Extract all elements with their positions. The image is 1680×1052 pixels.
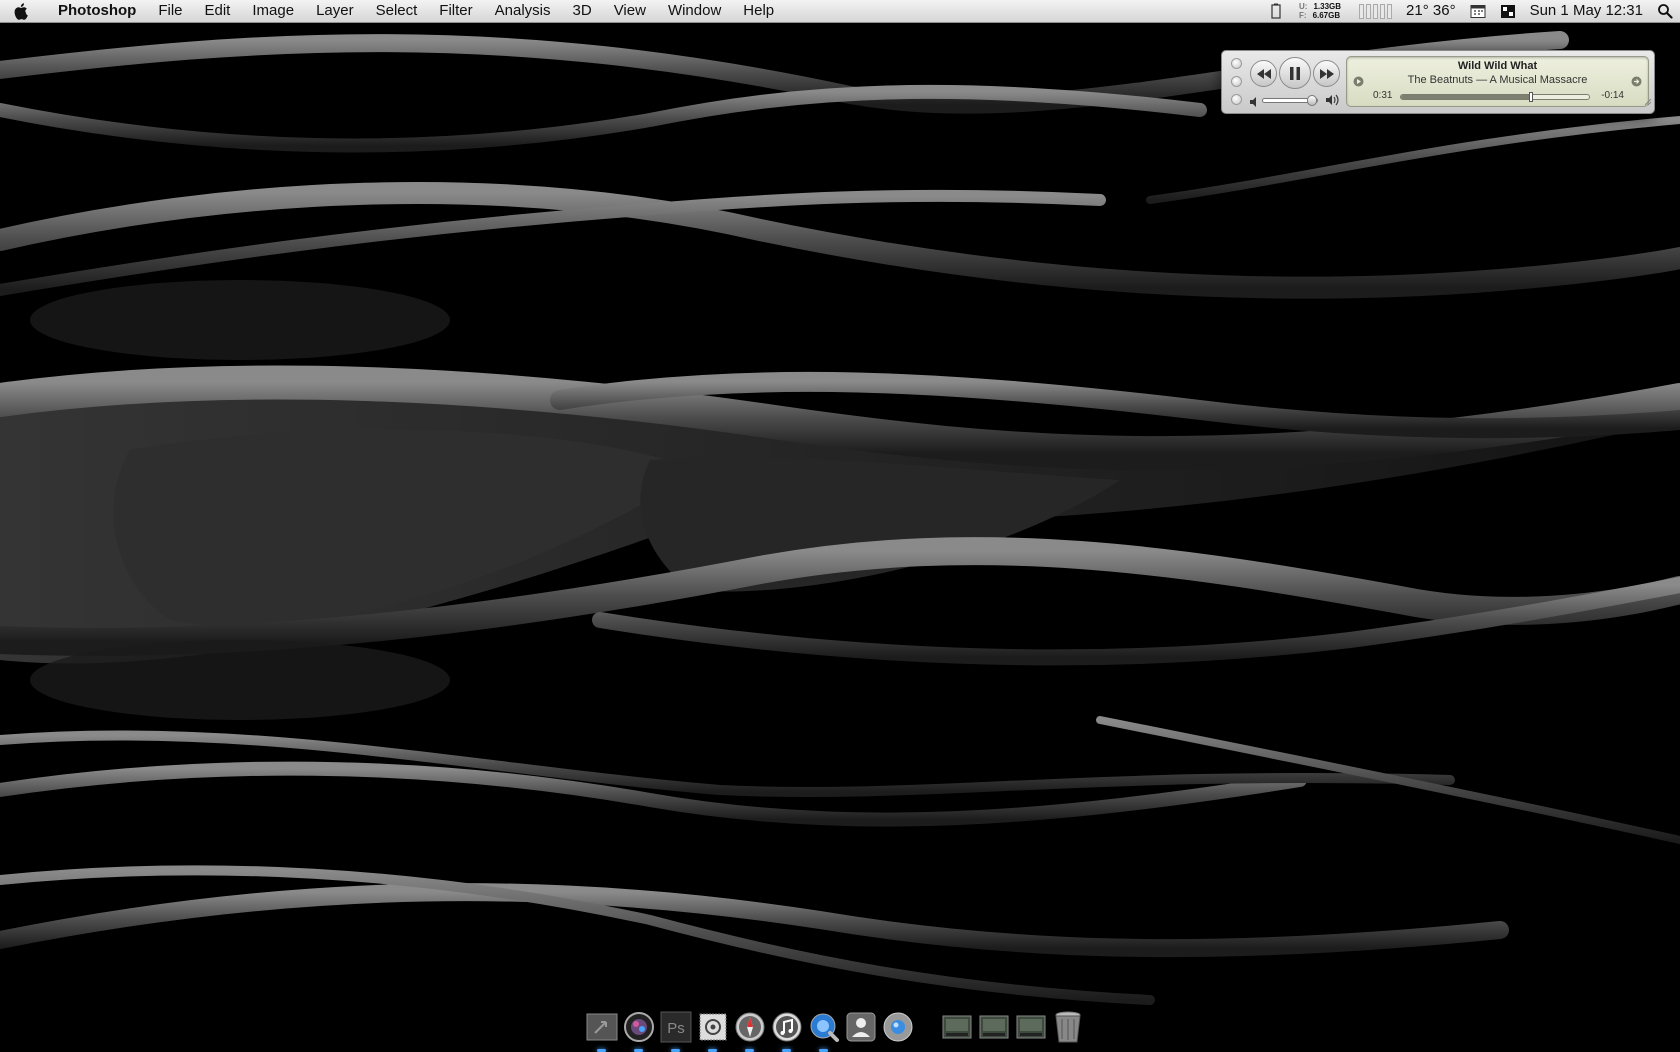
trash-icon bbox=[1054, 1011, 1081, 1042]
memory-readout: U: 1.33GB F: 6.67GB bbox=[1295, 2, 1345, 20]
window-minimize-button[interactable] bbox=[1231, 76, 1242, 87]
applications-stack-icon bbox=[586, 1013, 617, 1040]
dock-aperture[interactable] bbox=[622, 1008, 655, 1052]
dock-drive-1[interactable] bbox=[940, 1008, 973, 1045]
menu-bar: Photoshop File Edit Image Layer Select F… bbox=[0, 0, 1680, 23]
drive-icon bbox=[979, 1015, 1008, 1038]
dock-drive-3[interactable] bbox=[1014, 1008, 1047, 1045]
cpu-bars-icon bbox=[1359, 3, 1393, 19]
memory-used-label: U: bbox=[1299, 2, 1308, 11]
remaining-time: -0:14 bbox=[1601, 90, 1624, 101]
track-progress-fill bbox=[1401, 95, 1531, 99]
quicktime-icon bbox=[810, 1013, 839, 1042]
menu-image[interactable]: Image bbox=[241, 0, 305, 22]
previous-track-button[interactable] bbox=[1250, 60, 1277, 87]
menu-app-photoshop[interactable]: Photoshop bbox=[54, 0, 147, 22]
spotlight-search-icon[interactable] bbox=[1650, 3, 1680, 19]
temperature-monitor[interactable]: 21° 36° bbox=[1399, 0, 1463, 22]
track-title: Wild Wild What bbox=[1457, 60, 1538, 72]
battery-icon[interactable] bbox=[1264, 3, 1288, 19]
itunes-note-icon bbox=[772, 1012, 801, 1041]
now-playing-display[interactable]: Wild Wild What The Beatnuts — A Musical … bbox=[1346, 56, 1649, 107]
menu-extras: U: 1.33GB F: 6.67GB 21° 36° Sun 1 May 12… bbox=[1264, 0, 1680, 22]
menu-edit[interactable]: Edit bbox=[194, 0, 242, 22]
dock-itunes[interactable] bbox=[770, 1008, 803, 1052]
play-pause-button[interactable] bbox=[1279, 57, 1311, 89]
dock-applications-stack[interactable] bbox=[585, 1008, 618, 1052]
memory-monitor[interactable]: U: 1.33GB F: 6.67GB bbox=[1288, 2, 1352, 20]
dock-quicktime[interactable] bbox=[807, 1008, 840, 1052]
window-close-button[interactable] bbox=[1231, 58, 1242, 69]
menu-filter[interactable]: Filter bbox=[428, 0, 483, 22]
track-progress-bar[interactable] bbox=[1400, 92, 1590, 102]
drive-icon bbox=[942, 1015, 971, 1038]
safari-compass-icon bbox=[735, 1012, 764, 1041]
elapsed-time: 0:31 bbox=[1373, 90, 1393, 101]
spaces-icon[interactable] bbox=[1493, 4, 1523, 19]
pause-icon bbox=[1290, 66, 1300, 80]
menu-clock[interactable]: Sun 1 May 12:31 bbox=[1523, 0, 1650, 22]
rewind-icon bbox=[1256, 68, 1271, 79]
volume-high-icon bbox=[1326, 93, 1339, 111]
volume-knob[interactable] bbox=[1306, 95, 1317, 106]
memory-free-value: 6.67GB bbox=[1312, 11, 1341, 20]
memory-used-value: 1.33GB bbox=[1313, 2, 1342, 11]
menu-file[interactable]: File bbox=[147, 0, 193, 22]
dock-trash[interactable] bbox=[1051, 1008, 1084, 1045]
svg-text:Ps: Ps bbox=[667, 1020, 685, 1037]
menu-left-group: Photoshop File Edit Image Layer Select F… bbox=[0, 0, 785, 22]
dock: Ps bbox=[585, 999, 1084, 1052]
fast-forward-icon bbox=[1319, 68, 1334, 79]
dock-safari[interactable] bbox=[733, 1008, 766, 1052]
aperture-icon bbox=[623, 1011, 654, 1042]
cpu-monitor[interactable] bbox=[1352, 3, 1399, 19]
dock-network[interactable] bbox=[881, 1008, 914, 1045]
itunes-mini-player: Wild Wild What The Beatnuts — A Musical … bbox=[1221, 50, 1655, 114]
memory-free-label: F: bbox=[1299, 11, 1307, 20]
photoshop-icon: Ps bbox=[660, 1011, 691, 1042]
resize-grip-icon[interactable] bbox=[1644, 93, 1652, 111]
mail-stamp-icon bbox=[699, 1013, 726, 1040]
playhead[interactable] bbox=[1528, 92, 1533, 102]
menu-layer[interactable]: Layer bbox=[305, 0, 365, 22]
menu-select[interactable]: Select bbox=[365, 0, 429, 22]
dock-photoshop[interactable]: Ps bbox=[659, 1008, 692, 1052]
dock-drive-2[interactable] bbox=[977, 1008, 1010, 1045]
menu-window[interactable]: Window bbox=[657, 0, 732, 22]
menu-view[interactable]: View bbox=[603, 0, 657, 22]
calendar-icon[interactable] bbox=[1463, 4, 1493, 19]
menu-3d[interactable]: 3D bbox=[562, 0, 603, 22]
menu-help[interactable]: Help bbox=[732, 0, 785, 22]
volume-slider[interactable] bbox=[1262, 95, 1318, 106]
apple-logo-icon[interactable] bbox=[14, 2, 42, 20]
volume-low-icon bbox=[1250, 94, 1260, 112]
menu-analysis[interactable]: Analysis bbox=[484, 0, 562, 22]
network-globe-icon bbox=[883, 1012, 912, 1041]
dock-mail[interactable] bbox=[696, 1008, 729, 1052]
track-artist-album: The Beatnuts — A Musical Massacre bbox=[1407, 74, 1588, 86]
drive-icon bbox=[1016, 1015, 1045, 1038]
next-track-button[interactable] bbox=[1313, 60, 1340, 87]
dock-address-book[interactable] bbox=[844, 1008, 877, 1045]
address-book-icon bbox=[846, 1012, 875, 1041]
album-link-arrow-icon[interactable] bbox=[1631, 74, 1642, 92]
window-zoom-button[interactable] bbox=[1231, 94, 1242, 105]
desktop-wallpaper bbox=[0, 0, 1680, 1050]
